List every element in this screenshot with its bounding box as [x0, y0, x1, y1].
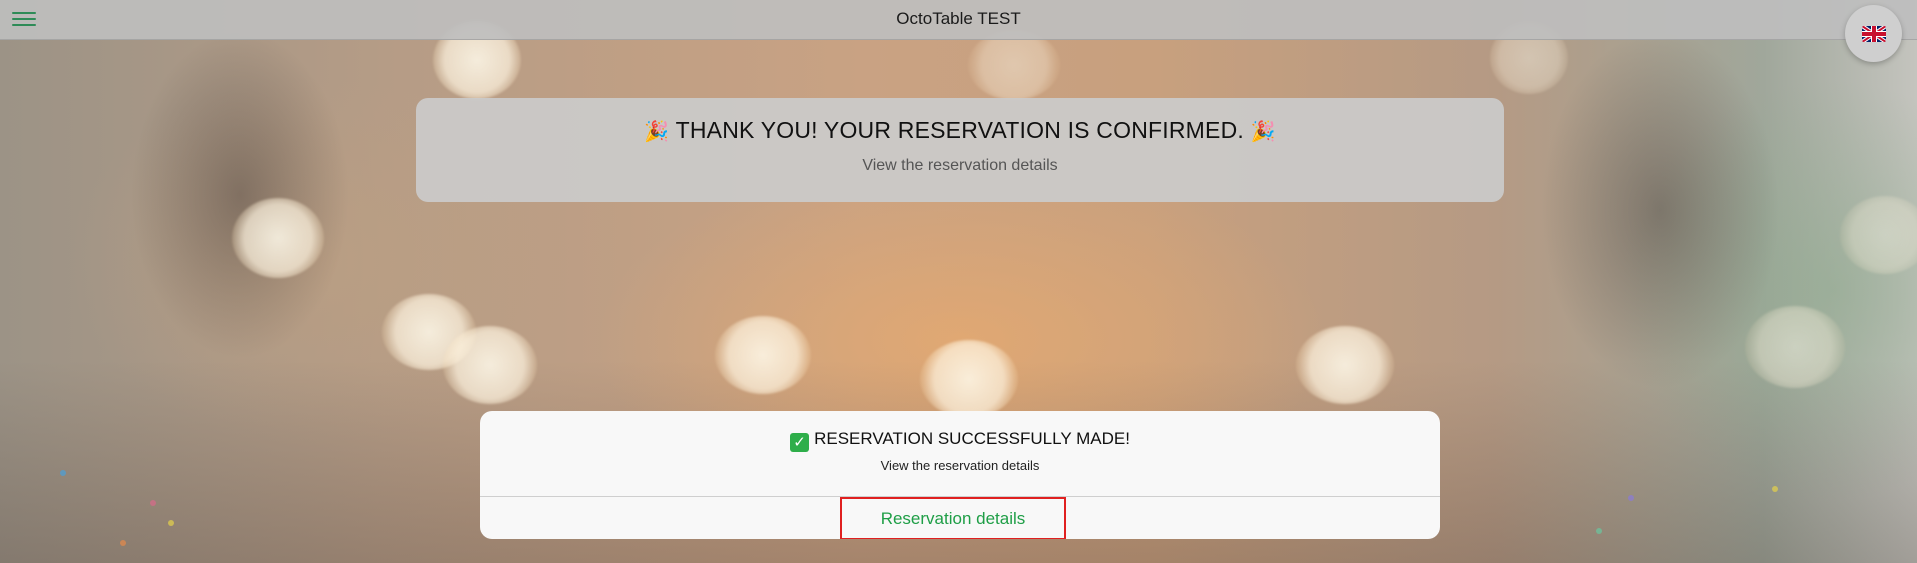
bokeh-light — [1840, 196, 1917, 274]
confetti-piece — [1772, 486, 1778, 492]
background-shadow-left — [130, 30, 350, 360]
confirmation-card: 🎉 THANK YOU! YOUR RESERVATION IS CONFIRM… — [416, 98, 1504, 202]
confetti-piece — [168, 520, 174, 526]
confirmation-subtitle: View the reservation details — [862, 157, 1058, 174]
top-bar: OctoTable TEST — [0, 0, 1917, 40]
party-popper-icon: 🎉 — [1250, 121, 1276, 143]
confetti-piece — [1596, 528, 1602, 534]
bokeh-light — [920, 340, 1018, 418]
success-subtitle: View the reservation details — [880, 458, 1040, 473]
bokeh-light — [715, 316, 811, 394]
confetti-piece — [120, 540, 126, 546]
bokeh-light — [232, 198, 324, 278]
success-heading: ✓ RESERVATION SUCCESSFULLY MADE! — [480, 429, 1440, 452]
background-shadow-right — [1540, 30, 1780, 390]
bokeh-light — [1745, 306, 1845, 388]
confirmation-title-text: THANK YOU! YOUR RESERVATION IS CONFIRMED… — [675, 117, 1244, 143]
confirmation-heading: 🎉 THANK YOU! YOUR RESERVATION IS CONFIRM… — [416, 117, 1504, 144]
app-title: OctoTable TEST — [896, 9, 1021, 28]
check-mark-icon: ✓ — [790, 433, 810, 452]
reservation-details-button[interactable]: Reservation details — [840, 497, 1066, 539]
uk-flag-icon — [1861, 25, 1886, 42]
party-popper-icon: 🎉 — [644, 121, 670, 143]
success-dialog: ✓ RESERVATION SUCCESSFULLY MADE! View the… — [480, 411, 1440, 539]
confetti-piece — [150, 500, 156, 506]
confetti-piece — [60, 470, 66, 476]
bokeh-light — [443, 326, 537, 404]
bokeh-light — [968, 30, 1060, 100]
bokeh-light — [1296, 326, 1394, 404]
confetti-piece — [1628, 495, 1634, 501]
success-title-text: RESERVATION SUCCESSFULLY MADE! — [814, 429, 1130, 448]
language-selector-button[interactable] — [1845, 5, 1902, 62]
